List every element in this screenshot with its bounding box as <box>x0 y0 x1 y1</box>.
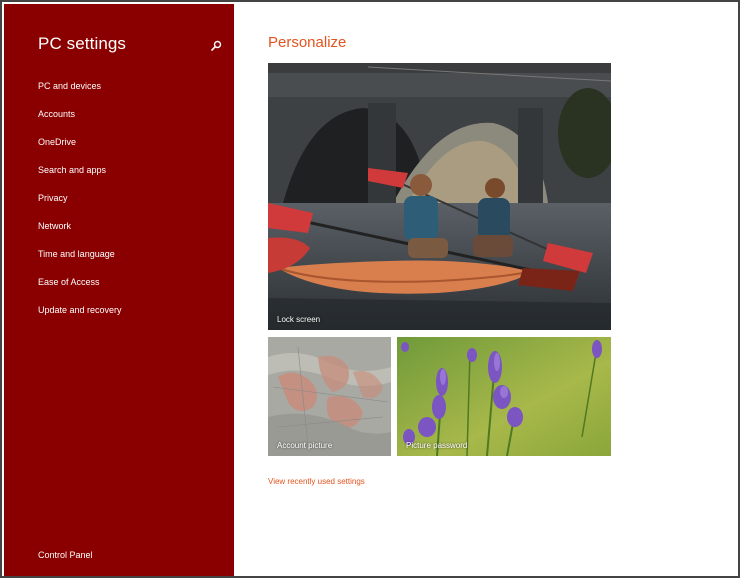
page-title: Personalize <box>268 34 347 51</box>
pc-settings-window: PC settings PC and devices Accounts OneD… <box>0 0 740 578</box>
sidebar: PC settings PC and devices Accounts OneD… <box>4 4 234 576</box>
sidebar-item-ease-of-access[interactable]: Ease of Access <box>38 274 122 302</box>
account-picture-tile[interactable]: Account picture <box>268 337 391 456</box>
view-recent-settings-link[interactable]: View recently used settings <box>268 477 365 486</box>
sidebar-item-network[interactable]: Network <box>38 218 122 246</box>
sidebar-item-update-and-recovery[interactable]: Update and recovery <box>38 302 122 330</box>
lock-screen-tile[interactable]: Lock screen <box>268 63 611 330</box>
sidebar-item-accounts[interactable]: Accounts <box>38 106 122 134</box>
picture-password-tile[interactable]: Picture password <box>397 337 611 456</box>
account-picture-image <box>268 337 391 456</box>
sidebar-nav: PC and devices Accounts OneDrive Search … <box>38 78 122 330</box>
picture-password-label: Picture password <box>406 441 468 450</box>
sidebar-item-onedrive[interactable]: OneDrive <box>38 134 122 162</box>
account-picture-label: Account picture <box>277 441 333 450</box>
sidebar-item-search-and-apps[interactable]: Search and apps <box>38 162 122 190</box>
control-panel-link[interactable]: Control Panel <box>38 550 93 560</box>
sidebar-item-pc-and-devices[interactable]: PC and devices <box>38 78 122 106</box>
picture-password-image <box>397 337 611 456</box>
lock-screen-label: Lock screen <box>277 315 321 324</box>
sidebar-title: PC settings <box>38 34 127 53</box>
search-icon[interactable] <box>210 40 222 52</box>
lock-screen-image <box>268 63 611 330</box>
sidebar-item-time-and-language[interactable]: Time and language <box>38 246 122 274</box>
sidebar-item-privacy[interactable]: Privacy <box>38 190 122 218</box>
